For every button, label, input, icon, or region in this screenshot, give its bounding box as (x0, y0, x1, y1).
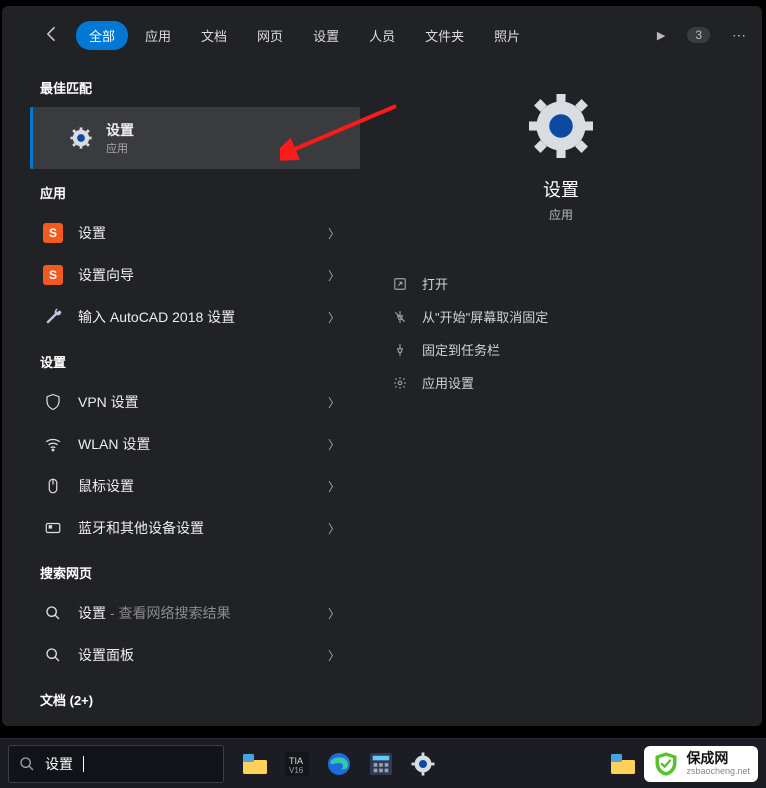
web-item-1[interactable]: 设置面板 〉 (2, 634, 360, 676)
best-match-item[interactable]: 设置 应用 (30, 107, 360, 169)
tab-folders[interactable]: 文件夹 (412, 21, 477, 50)
back-arrow-icon[interactable] (42, 24, 64, 46)
wifi-icon (42, 433, 64, 455)
section-docs: 文档 (2+) (2, 676, 360, 719)
tab-all[interactable]: 全部 (76, 21, 128, 50)
chevron-right-icon: 〉 (328, 647, 340, 664)
watermark-url: zsbaocheng.net (686, 767, 750, 777)
gear-large-icon (529, 94, 593, 158)
watermark-title: 保成网 (686, 751, 750, 766)
best-match-title: 设置 (106, 120, 134, 140)
app-item-label: 设置向导 (78, 265, 328, 285)
detail-subtitle: 应用 (549, 206, 573, 223)
web-item-0[interactable]: 设置 - 查看网络搜索结果 〉 (2, 592, 360, 634)
s-orange-icon: S (42, 222, 64, 244)
taskbar-calculator-icon[interactable] (366, 749, 396, 779)
gear-small-icon (392, 375, 408, 391)
bluetooth-icon (42, 517, 64, 539)
chevron-right-icon: 〉 (328, 605, 340, 622)
shield-outline-icon (42, 391, 64, 413)
open-icon (392, 276, 408, 292)
taskbar-settings-icon[interactable] (408, 749, 438, 779)
chevron-right-icon: 〉 (328, 394, 340, 411)
tab-settings[interactable]: 设置 (300, 21, 352, 50)
pin-taskbar-icon (392, 342, 408, 358)
search-icon (42, 644, 64, 666)
best-match-subtitle: 应用 (106, 140, 134, 156)
tab-web[interactable]: 网页 (244, 21, 296, 50)
detail-actions: 打开 从"开始"屏幕取消固定 固定到任务栏 应用设置 (390, 267, 732, 399)
web-item-label: 设置面板 (78, 645, 328, 665)
tab-docs[interactable]: 文档 (188, 21, 240, 50)
taskbar-search[interactable]: 设置 (8, 745, 224, 783)
app-item-0[interactable]: S 设置 〉 (2, 212, 360, 254)
tab-apps[interactable]: 应用 (132, 21, 184, 50)
settings-item-bluetooth[interactable]: 蓝牙和其他设备设置 〉 (2, 507, 360, 549)
chevron-right-icon: 〉 (328, 225, 340, 242)
header-badge[interactable]: 3 (687, 27, 710, 43)
s-orange-icon: S (42, 264, 64, 286)
chevron-right-icon: 〉 (328, 478, 340, 495)
taskbar-tia-icon[interactable]: TIAV16 (282, 749, 312, 779)
settings-item-vpn[interactable]: VPN 设置 〉 (2, 381, 360, 423)
settings-item-label: 鼠标设置 (78, 476, 328, 496)
app-item-label: 输入 AutoCAD 2018 设置 (78, 307, 328, 327)
action-pin-taskbar[interactable]: 固定到任务栏 (390, 333, 732, 366)
settings-item-mouse[interactable]: 鼠标设置 〉 (2, 465, 360, 507)
action-label: 固定到任务栏 (422, 340, 500, 359)
search-icon (19, 756, 35, 772)
section-best-match: 最佳匹配 (2, 64, 360, 107)
chevron-right-icon: 〉 (328, 267, 340, 284)
shield-logo-icon (652, 750, 680, 778)
action-open[interactable]: 打开 (390, 267, 732, 300)
app-item-2[interactable]: 输入 AutoCAD 2018 设置 〉 (2, 296, 360, 338)
mouse-icon (42, 475, 64, 497)
action-unpin-start[interactable]: 从"开始"屏幕取消固定 (390, 300, 732, 333)
app-item-1[interactable]: S 设置向导 〉 (2, 254, 360, 296)
taskbar-explorer-icon[interactable] (240, 749, 270, 779)
chevron-right-icon: 〉 (328, 309, 340, 326)
action-app-settings[interactable]: 应用设置 (390, 366, 732, 399)
svg-text:TIA: TIA (289, 756, 303, 766)
chevron-right-icon: 〉 (328, 520, 340, 537)
search-icon (42, 602, 64, 624)
results-panel: 最佳匹配 设置 应用 应用 S 设置 〉 S 设置向导 〉 (2, 64, 360, 726)
settings-item-label: VPN 设置 (78, 392, 328, 412)
taskbar-explorer2-icon[interactable] (608, 749, 638, 779)
settings-item-label: WLAN 设置 (78, 434, 328, 454)
section-settings: 设置 (2, 338, 360, 381)
tab-photos[interactable]: 照片 (481, 21, 533, 50)
detail-title: 设置 (543, 176, 579, 202)
web-item-label: 设置 - 查看网络搜索结果 (78, 603, 328, 623)
app-item-label: 设置 (78, 223, 328, 243)
svg-text:V16: V16 (289, 766, 304, 775)
svg-text:S: S (49, 268, 57, 282)
gear-icon (70, 127, 92, 149)
section-apps: 应用 (2, 169, 360, 212)
play-icon[interactable]: ▶ (657, 29, 665, 42)
watermark: 保成网 zsbaocheng.net (644, 746, 758, 782)
tab-people[interactable]: 人员 (356, 21, 408, 50)
action-label: 应用设置 (422, 373, 474, 392)
search-window: 全部 应用 文档 网页 设置 人员 文件夹 照片 ▶ 3 ⋯ 最佳匹配 设置 (2, 6, 762, 726)
settings-item-wlan[interactable]: WLAN 设置 〉 (2, 423, 360, 465)
header: 全部 应用 文档 网页 设置 人员 文件夹 照片 ▶ 3 ⋯ (2, 6, 762, 64)
unpin-icon (392, 309, 408, 325)
wrench-icon (42, 306, 64, 328)
settings-item-label: 蓝牙和其他设备设置 (78, 518, 328, 538)
more-icon[interactable]: ⋯ (732, 27, 748, 44)
action-label: 从"开始"屏幕取消固定 (422, 307, 548, 326)
detail-panel: 设置 应用 打开 从"开始"屏幕取消固定 固定到任务栏 (360, 64, 762, 726)
section-web: 搜索网页 (2, 549, 360, 592)
chevron-right-icon: 〉 (328, 436, 340, 453)
search-input-value: 设置 (45, 754, 73, 774)
action-label: 打开 (422, 274, 448, 293)
taskbar-edge-icon[interactable] (324, 749, 354, 779)
tabs: 全部 应用 文档 网页 设置 人员 文件夹 照片 (76, 21, 533, 50)
svg-text:S: S (49, 226, 57, 240)
